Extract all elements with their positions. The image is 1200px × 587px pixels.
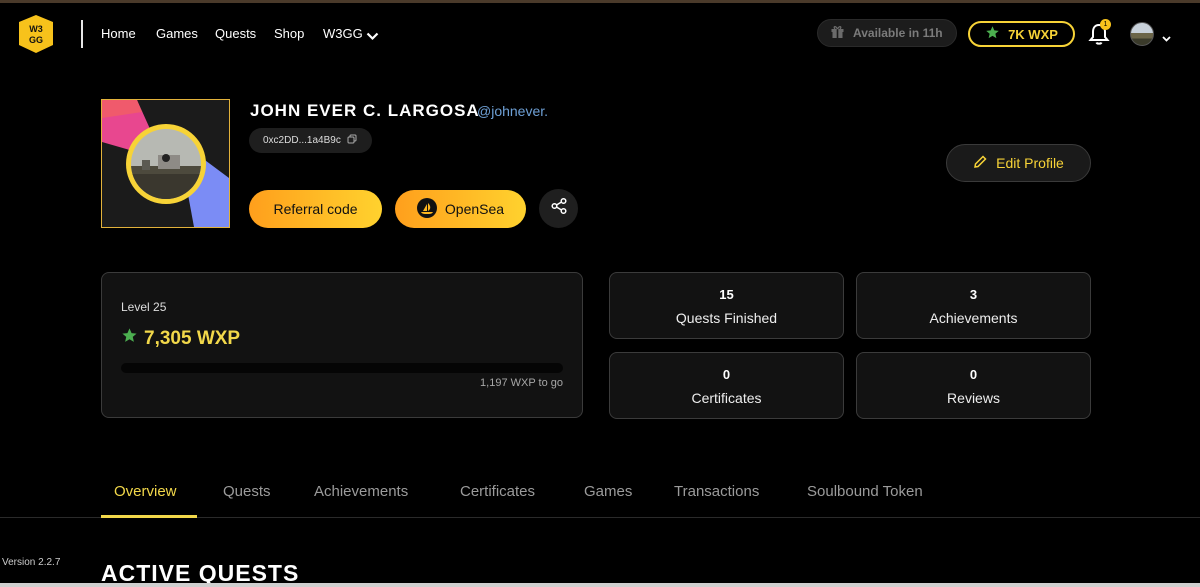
stat-label: Achievements bbox=[929, 310, 1018, 326]
tab-quests[interactable]: Quests bbox=[223, 483, 271, 500]
wallet-address[interactable]: 0xc2DD...1a4B9c bbox=[249, 128, 372, 153]
copy-icon[interactable] bbox=[347, 134, 357, 147]
stat-achievements[interactable]: 3 Achievements bbox=[856, 272, 1091, 339]
tab-overview[interactable]: Overview bbox=[114, 483, 177, 500]
star-icon bbox=[121, 327, 138, 350]
stat-label: Certificates bbox=[691, 390, 762, 406]
tab-soulbound-token[interactable]: Soulbound Token bbox=[807, 483, 923, 500]
share-button[interactable] bbox=[539, 189, 578, 228]
stat-value: 3 bbox=[969, 287, 978, 302]
chevron-down-icon[interactable] bbox=[1162, 29, 1171, 47]
nav-games[interactable]: Games bbox=[156, 26, 198, 41]
active-tab-indicator bbox=[101, 515, 197, 518]
svg-text:W3: W3 bbox=[29, 24, 43, 34]
tab-achievements[interactable]: Achievements bbox=[314, 483, 408, 500]
bottom-strip bbox=[0, 583, 1200, 587]
opensea-label: OpenSea bbox=[444, 201, 505, 217]
stat-value: 0 bbox=[722, 367, 731, 382]
tab-certificates[interactable]: Certificates bbox=[460, 483, 535, 500]
level-label: Level 25 bbox=[121, 300, 167, 314]
stat-certificates[interactable]: 0 Certificates bbox=[609, 352, 844, 419]
stat-label: Quests Finished bbox=[675, 310, 778, 326]
profile-handle: @johnever. bbox=[477, 103, 549, 119]
notification-badge: 1 bbox=[1100, 19, 1111, 30]
nav-w3gg[interactable]: W3GG bbox=[323, 26, 363, 41]
level-progress-bar bbox=[121, 363, 563, 373]
tab-transactions[interactable]: Transactions bbox=[674, 483, 759, 500]
referral-code-label: Referral code bbox=[273, 201, 358, 217]
chevron-down-icon[interactable] bbox=[366, 28, 379, 46]
profile-picture[interactable] bbox=[101, 99, 230, 228]
stat-label: Reviews bbox=[947, 390, 1000, 406]
w3gg-logo[interactable]: W3 GG bbox=[17, 14, 55, 54]
daily-reward-button[interactable]: Available in 11h bbox=[817, 19, 957, 47]
profile-name: JOHN EVER C. LARGOSA bbox=[250, 101, 480, 120]
pencil-icon bbox=[973, 154, 987, 172]
share-icon bbox=[550, 197, 568, 220]
stat-quests-finished[interactable]: 15 Quests Finished bbox=[609, 272, 844, 339]
level-wxp-value: 7,305 WXP bbox=[144, 327, 241, 349]
user-avatar[interactable] bbox=[1130, 22, 1154, 46]
svg-text:GG: GG bbox=[29, 35, 43, 45]
stat-value: 0 bbox=[969, 367, 978, 382]
available-label: Available in 11h bbox=[853, 26, 943, 40]
opensea-icon bbox=[416, 197, 437, 221]
opensea-button[interactable]: OpenSea bbox=[395, 190, 526, 228]
stat-value: 15 bbox=[719, 287, 734, 302]
wallet-address-text: 0xc2DD...1a4B9c bbox=[263, 135, 341, 146]
edit-profile-label: Edit Profile bbox=[996, 155, 1064, 171]
version-label: Version 2.2.7 bbox=[2, 557, 61, 568]
wxp-to-go: 1,197 WXP to go bbox=[480, 377, 563, 389]
edit-profile-button[interactable]: Edit Profile bbox=[946, 144, 1091, 182]
stat-reviews[interactable]: 0 Reviews bbox=[856, 352, 1091, 419]
wxp-balance-label: 7K WXP bbox=[1008, 26, 1058, 42]
nav-divider bbox=[81, 20, 83, 48]
nav-home[interactable]: Home bbox=[101, 26, 136, 41]
nav-shop[interactable]: Shop bbox=[274, 26, 304, 41]
nav-quests[interactable]: Quests bbox=[215, 26, 256, 41]
referral-code-button[interactable]: Referral code bbox=[249, 190, 382, 228]
top-border bbox=[0, 0, 1200, 3]
wxp-balance[interactable]: 7K WXP bbox=[968, 21, 1075, 47]
tab-games[interactable]: Games bbox=[584, 483, 632, 500]
gift-icon bbox=[830, 24, 845, 42]
level-wxp: 7,305 WXP bbox=[121, 327, 240, 350]
star-icon bbox=[985, 25, 1000, 43]
